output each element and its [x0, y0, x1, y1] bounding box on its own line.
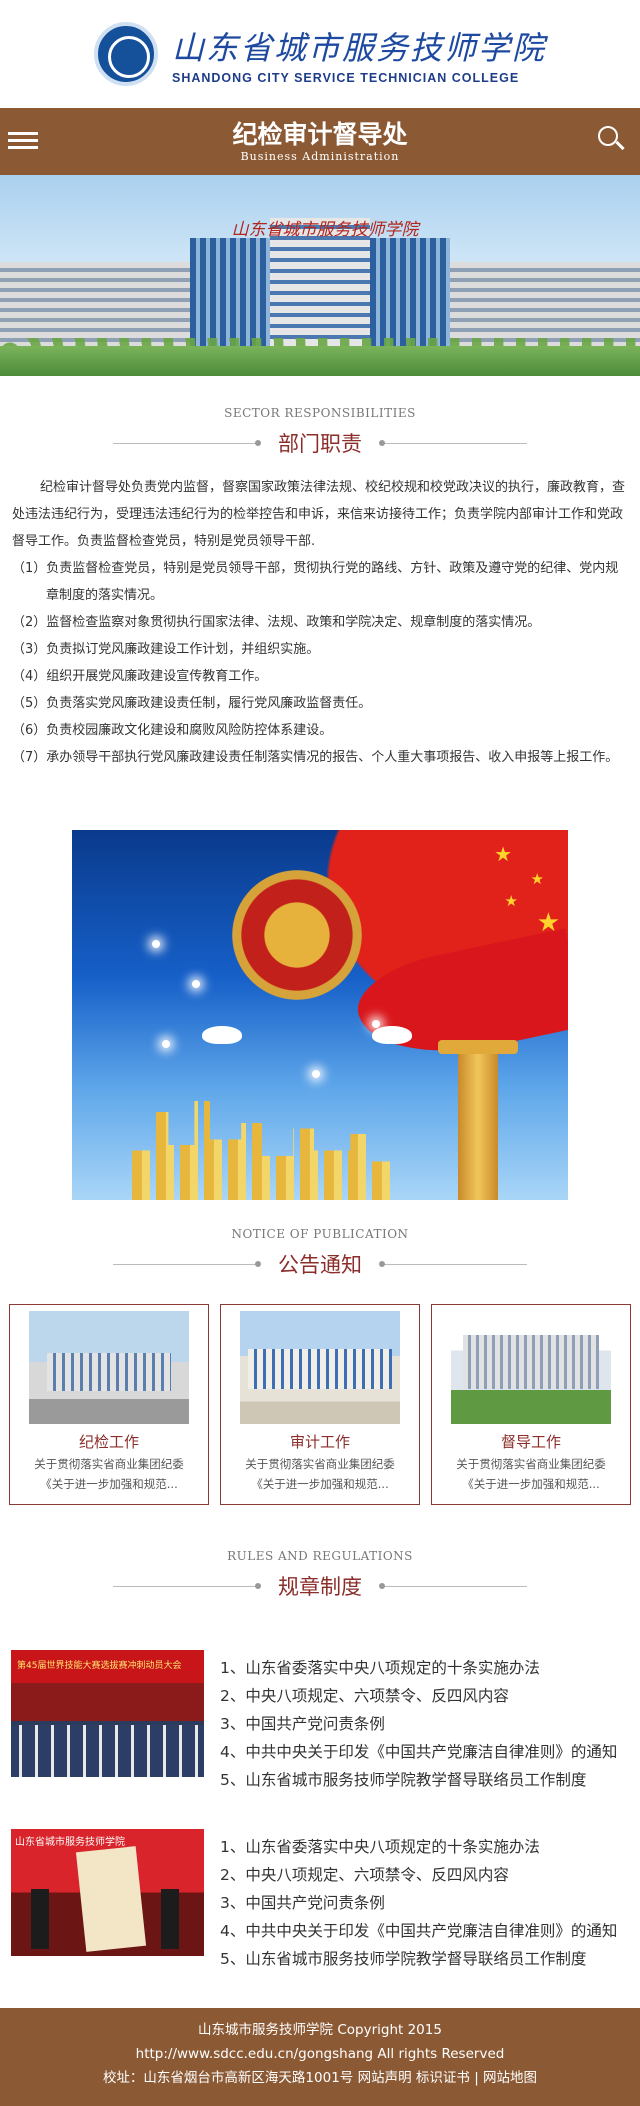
duty-item: （7）承办领导干部执行党风廉政建设责任制落实情况的报告、个人重大事项报告、收入申… [12, 750, 619, 765]
notice-heading: NOTICE OF PUBLICATION 公告通知 [0, 1227, 640, 1279]
card-title: 纪检工作 [78, 1433, 139, 1451]
rules-heading-en: RULES AND REGULATIONS [227, 1549, 413, 1563]
rules-photo-2[interactable]: 山东省城市服务技师学院 [11, 1829, 204, 1956]
notice-card-discipline[interactable]: 纪检工作 关于贯彻落实省商业集团纪委 《关于进一步加强和规范... [9, 1304, 209, 1505]
footer-link-sitemap[interactable]: 网站地图 [483, 2070, 537, 2086]
logo-en: SHANDONG CITY SERVICE TECHNICIAN COLLEGE [171, 71, 520, 85]
duties-intro: 纪检审计督导处负责党内监督，督察国家政策法律法规、校纪校规和校党政决议的执行，廉… [12, 480, 626, 549]
card-photo [29, 1311, 189, 1424]
page-title: 纪检审计督导处 Business Administration [232, 120, 407, 163]
notice-cards: 纪检工作 关于贯彻落实省商业集团纪委 《关于进一步加强和规范... 审计工作 关… [9, 1304, 631, 1505]
anti-corruption-poster: ★ ★ ★ ★ [72, 830, 568, 1200]
duty-item: （2）监督检查监察对象贯彻执行国家法律、法规、政策和学院决定、规章制度的落实情况… [12, 615, 541, 630]
page-title-cn: 纪检审计督导处 [232, 120, 408, 149]
header-bar: 纪检审计督导处 Business Administration [0, 108, 640, 175]
rule-link[interactable]: 1、山东省委落实中央八项规定的十条实施办法 [220, 1654, 617, 1682]
rule-link[interactable]: 3、中国共产党问责条例 [220, 1889, 617, 1917]
search-icon[interactable] [596, 124, 626, 154]
duties-heading: SECTOR RESPONSIBILITIES 部门职责 [0, 406, 640, 458]
banner-image: 山东省城市服务技师学院 [0, 175, 640, 376]
notice-card-audit[interactable]: 审计工作 关于贯彻落实省商业集团纪委 《关于进一步加强和规范... [220, 1304, 420, 1505]
footer-url: http://www.sdcc.edu.cn/gongshang All rig… [135, 2046, 505, 2062]
rule-link[interactable]: 5、山东省城市服务技师学院教学督导联络员工作制度 [220, 1945, 617, 1973]
card-desc: 关于贯彻落实省商业集团纪委 《关于进一步加强和规范... [456, 1457, 606, 1491]
card-title: 审计工作 [289, 1433, 350, 1451]
banner-sign: 山东省城市服务技师学院 [231, 220, 419, 240]
card-desc: 关于贯彻落实省商业集团纪委 《关于进一步加强和规范... [34, 1457, 184, 1491]
footer: 山东城市服务技师学院 Copyright 2015 http://www.sdc… [0, 2008, 640, 2106]
dove-icon [372, 1026, 412, 1044]
footer-link-cert[interactable]: 标识证书 [416, 2070, 470, 2086]
logo-text[interactable]: 山东省城市服务技师学院 SHANDONG CITY SERVICE TECHNI… [172, 23, 546, 85]
duties-heading-en: SECTOR RESPONSIBILITIES [224, 406, 416, 420]
rules-photo-2-caption: 山东省城市服务技师学院 [15, 1837, 125, 1848]
duty-item: （4）组织开展党风廉政建设宣传教育工作。 [12, 669, 268, 684]
logo-cn: 山东省城市服务技师学院 [171, 29, 546, 67]
footer-copyright: 山东城市服务技师学院 Copyright 2015 [198, 2022, 442, 2038]
huabiao-pillar-icon [438, 1040, 518, 1200]
rules-block-1: 第45届世界技能大赛选拔赛冲刺动员大会 1、山东省委落实中央八项规定的十条实施办… [11, 1650, 631, 1794]
notice-heading-en: NOTICE OF PUBLICATION [231, 1227, 409, 1241]
footer-address-row: 校址：山东省烟台市高新区海天路1001号 网站声明 标识证书 | 网站地图 [0, 2066, 640, 2090]
menu-icon[interactable] [8, 128, 38, 154]
footer-separator: | [474, 2070, 479, 2086]
rule-link[interactable]: 4、中共中央关于印发《中国共产党廉洁自律准则》的通知 [220, 1917, 617, 1945]
rule-link[interactable]: 5、山东省城市服务技师学院教学督导联络员工作制度 [220, 1766, 617, 1794]
rule-link[interactable]: 3、中国共产党问责条例 [220, 1710, 617, 1738]
duty-item: （1）负责监督检查党员，特别是党员领导干部，贯彻执行党的路线、方针、政策及遵守党… [12, 561, 619, 603]
rule-link[interactable]: 4、中共中央关于印发《中国共产党廉洁自律准则》的通知 [220, 1738, 617, 1766]
rules-heading: RULES AND REGULATIONS 规章制度 [0, 1549, 640, 1601]
logo-bar: 山东省城市服务技师学院 SHANDONG CITY SERVICE TECHNI… [0, 0, 640, 108]
dove-icon [202, 1026, 242, 1044]
card-photo [240, 1311, 400, 1424]
notice-heading-cn: 公告通知 [278, 1253, 362, 1277]
footer-address: 校址：山东省烟台市高新区海天路1001号 [102, 2070, 354, 2086]
card-photo [451, 1311, 611, 1424]
rule-link[interactable]: 1、山东省委落实中央八项规定的十条实施办法 [220, 1833, 617, 1861]
duty-item: （5）负责落实党风廉政建设责任制，履行党风廉政监督责任。 [12, 696, 372, 711]
duty-item: （6）负责校园廉政文化建设和腐败风险防控体系建设。 [12, 723, 333, 738]
court-emblem-icon [232, 870, 362, 1000]
duty-item: （3）负责拟订党风廉政建设工作计划，并组织实施。 [12, 642, 320, 657]
college-emblem-icon[interactable] [93, 22, 158, 86]
footer-link-statement[interactable]: 网站声明 [358, 2070, 412, 2086]
rules-list-1: 1、山东省委落实中央八项规定的十条实施办法 2、中央八项规定、六项禁令、反四风内… [204, 1650, 617, 1794]
rules-list-2: 1、山东省委落实中央八项规定的十条实施办法 2、中央八项规定、六项禁令、反四风内… [204, 1829, 617, 1973]
rules-block-2: 山东省城市服务技师学院 1、山东省委落实中央八项规定的十条实施办法 2、中央八项… [11, 1829, 631, 1973]
card-title: 督导工作 [500, 1433, 561, 1451]
card-desc: 关于贯彻落实省商业集团纪委 《关于进一步加强和规范... [245, 1457, 395, 1491]
rule-link[interactable]: 2、中央八项规定、六项禁令、反四风内容 [220, 1861, 617, 1889]
rules-photo-1-caption: 第45届世界技能大赛选拔赛冲刺动员大会 [17, 1661, 182, 1671]
rules-heading-cn: 规章制度 [278, 1575, 362, 1599]
duties-heading-cn: 部门职责 [278, 432, 362, 456]
page: 山东省城市服务技师学院 SHANDONG CITY SERVICE TECHNI… [0, 0, 640, 2106]
rules-photo-1[interactable]: 第45届世界技能大赛选拔赛冲刺动员大会 [11, 1650, 204, 1777]
duties-text: 纪检审计督导处负责党内监督，督察国家政策法律法规、校纪校规和校党政决议的执行，廉… [0, 474, 640, 771]
notice-card-supervision[interactable]: 督导工作 关于贯彻落实省商业集团纪委 《关于进一步加强和规范... [431, 1304, 631, 1505]
page-title-en: Business Administration [240, 150, 400, 163]
rule-link[interactable]: 2、中央八项规定、六项禁令、反四风内容 [220, 1682, 617, 1710]
